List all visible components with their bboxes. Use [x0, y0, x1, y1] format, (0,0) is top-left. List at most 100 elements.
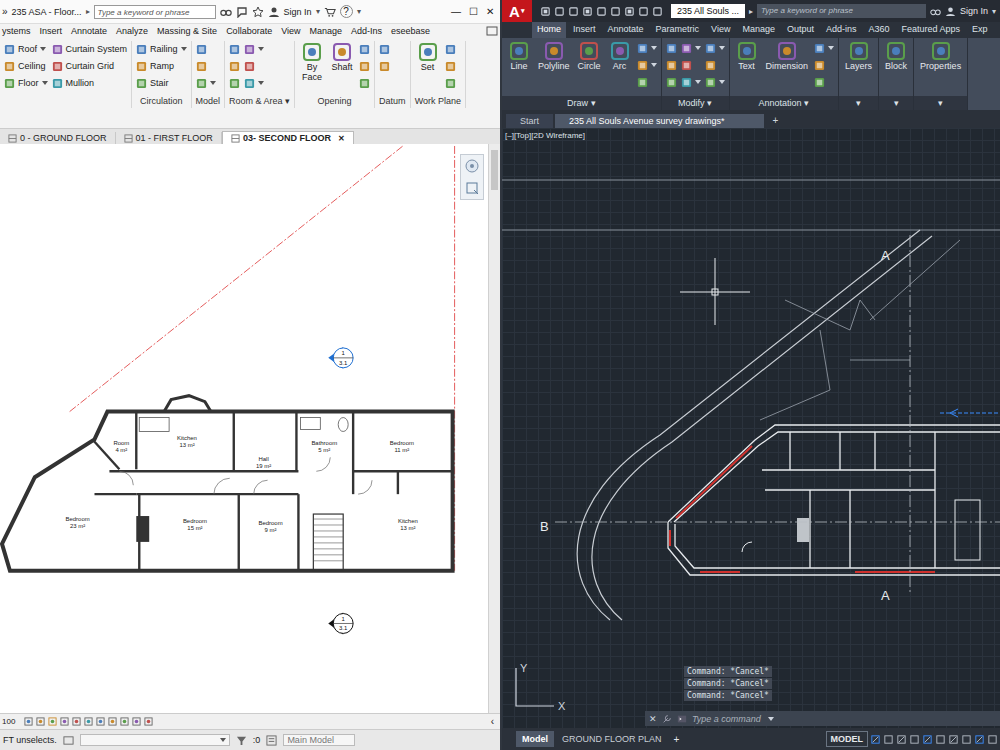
- ribbon-button[interactable]: Layers: [843, 40, 874, 96]
- menu-arrow-icon[interactable]: [181, 47, 187, 51]
- ribbon-tab[interactable]: Home: [532, 22, 566, 38]
- ribbon-button[interactable]: Roof: [4, 41, 48, 57]
- close-tab-button[interactable]: ✕: [338, 134, 345, 143]
- room-tag[interactable]: Hall19 m²: [256, 456, 271, 469]
- group-label[interactable]: ▾: [879, 96, 913, 110]
- room-tag[interactable]: Bedroom15 m²: [183, 518, 207, 531]
- new-tab-button[interactable]: +: [766, 115, 784, 128]
- floor-plan[interactable]: Room4 m² Kitchen13 m² Hall19 m² Bathroom5 m…: [0, 144, 488, 713]
- cad-drawing[interactable]: A B A: [502, 128, 1000, 728]
- ribbon-tab[interactable]: eseebase: [391, 26, 430, 36]
- ribbon-button[interactable]: [445, 75, 456, 91]
- viewport-controls[interactable]: [–][Top][2D Wireframe]: [505, 131, 585, 140]
- view-control-icon[interactable]: [84, 717, 93, 726]
- group-label[interactable]: Annotation ▾: [730, 96, 839, 110]
- menu-arrow-icon[interactable]: [258, 47, 264, 51]
- room-tag[interactable]: Kitchen13 m²: [177, 435, 197, 448]
- view-control-icon[interactable]: [144, 717, 153, 726]
- section-label[interactable]: B: [540, 519, 549, 534]
- ribbon-tab[interactable]: Featured Apps: [897, 22, 966, 38]
- quick-access-icon[interactable]: [582, 6, 593, 17]
- ribbon-button[interactable]: [244, 75, 264, 91]
- star-icon[interactable]: [252, 6, 264, 18]
- ribbon-button[interactable]: By Face: [299, 41, 325, 96]
- overflow-button[interactable]: »: [2, 6, 8, 17]
- view-control-icon[interactable]: [120, 717, 129, 726]
- ribbon-button[interactable]: Floor: [4, 75, 48, 91]
- ribbon-button[interactable]: Stair: [136, 75, 187, 91]
- ribbon-tab[interactable]: Collaborate: [226, 26, 272, 36]
- help-button[interactable]: ?: [340, 5, 353, 18]
- ribbon-button[interactable]: [229, 58, 240, 74]
- quick-access-icon[interactable]: [554, 6, 565, 17]
- ribbon-button[interactable]: Text: [734, 40, 760, 96]
- application-menu-button[interactable]: A▾: [502, 0, 532, 22]
- ribbon-tab[interactable]: Parametric: [651, 22, 705, 38]
- worksets-icon[interactable]: [63, 735, 74, 746]
- status-toggle-icon[interactable]: [948, 734, 959, 745]
- view-control-icon[interactable]: [48, 717, 57, 726]
- ribbon-button[interactable]: [359, 58, 370, 74]
- menu-arrow-icon[interactable]: [651, 46, 657, 50]
- status-toggle-icon[interactable]: [883, 734, 894, 745]
- quick-access-icon[interactable]: [624, 6, 635, 17]
- ribbon-button[interactable]: [681, 40, 701, 56]
- status-toggle-icon[interactable]: [961, 734, 972, 745]
- ribbon-tab[interactable]: Annotate: [71, 26, 107, 36]
- search-field[interactable]: Type a keyword or phrase: [94, 5, 216, 19]
- section-mark[interactable]: 13.1: [328, 347, 353, 369]
- menu-arrow-icon[interactable]: [719, 46, 725, 50]
- filter-icon[interactable]: [236, 735, 247, 746]
- group-label[interactable]: Modify ▾: [662, 96, 729, 110]
- quick-access-icon[interactable]: [596, 6, 607, 17]
- sign-in-arrow[interactable]: ▾: [992, 7, 996, 16]
- section-label[interactable]: A: [881, 588, 890, 603]
- prompt-icon[interactable]: [677, 714, 687, 724]
- ribbon-tab[interactable]: Manage: [737, 22, 780, 38]
- ribbon-button[interactable]: [637, 40, 657, 56]
- window-control[interactable]: —: [451, 6, 461, 17]
- group-label[interactable]: ▾: [914, 96, 967, 110]
- ribbon-button[interactable]: Curtain System: [52, 41, 128, 57]
- room-tag[interactable]: Room4 m²: [113, 440, 129, 453]
- menu-arrow-icon[interactable]: [719, 80, 725, 84]
- group-label[interactable]: Draw ▾: [502, 96, 661, 110]
- menu-arrow-icon[interactable]: [695, 46, 701, 50]
- ribbon-button[interactable]: [379, 58, 390, 74]
- ribbon-tab[interactable]: A360: [864, 22, 895, 38]
- ribbon-button[interactable]: Set: [415, 41, 441, 96]
- workset-field[interactable]: [80, 734, 230, 746]
- ribbon-button[interactable]: [705, 57, 725, 73]
- quick-access-icon[interactable]: [540, 6, 551, 17]
- view-tab[interactable]: 01 - FIRST FLOOR: [116, 132, 222, 144]
- ribbon-button[interactable]: Shaft: [329, 41, 355, 96]
- ribbon-tab[interactable]: ystems: [2, 26, 31, 36]
- file-tab[interactable]: 235 All Souls Avenue survey drawings*: [555, 114, 764, 128]
- room-tag[interactable]: Bathroom5 m²: [311, 440, 337, 453]
- view-tab[interactable]: 0 - GROUND FLOOR: [0, 132, 116, 144]
- ribbon-button[interactable]: [229, 75, 240, 91]
- ribbon-button[interactable]: Railing: [136, 41, 187, 57]
- view-control-icon[interactable]: [72, 717, 81, 726]
- ribbon-button[interactable]: [229, 41, 240, 57]
- ribbon-button[interactable]: [637, 57, 657, 73]
- status-toggle-icon[interactable]: [987, 734, 998, 745]
- close-command-button[interactable]: ✕: [649, 714, 657, 724]
- ribbon-button[interactable]: [379, 41, 390, 57]
- model-space-button[interactable]: MODEL: [826, 731, 869, 747]
- menu-arrow-icon[interactable]: [695, 80, 701, 84]
- view-control-icon[interactable]: [108, 717, 117, 726]
- ribbon-button[interactable]: Block: [883, 40, 909, 96]
- view-control-icon[interactable]: [96, 717, 105, 726]
- ribbon-button[interactable]: Ramp: [136, 58, 187, 74]
- ribbon-button[interactable]: [196, 75, 216, 91]
- customize-icon[interactable]: [662, 714, 672, 724]
- ribbon-button[interactable]: [705, 40, 725, 56]
- group-label[interactable]: Work Plane: [415, 96, 461, 108]
- ribbon-button[interactable]: [681, 57, 701, 73]
- ribbon-button[interactable]: [814, 40, 834, 56]
- ribbon-button[interactable]: [666, 74, 677, 90]
- section-label[interactable]: A: [881, 248, 890, 263]
- help-arrow[interactable]: ▾: [357, 7, 361, 16]
- binoculars-icon[interactable]: [220, 6, 232, 18]
